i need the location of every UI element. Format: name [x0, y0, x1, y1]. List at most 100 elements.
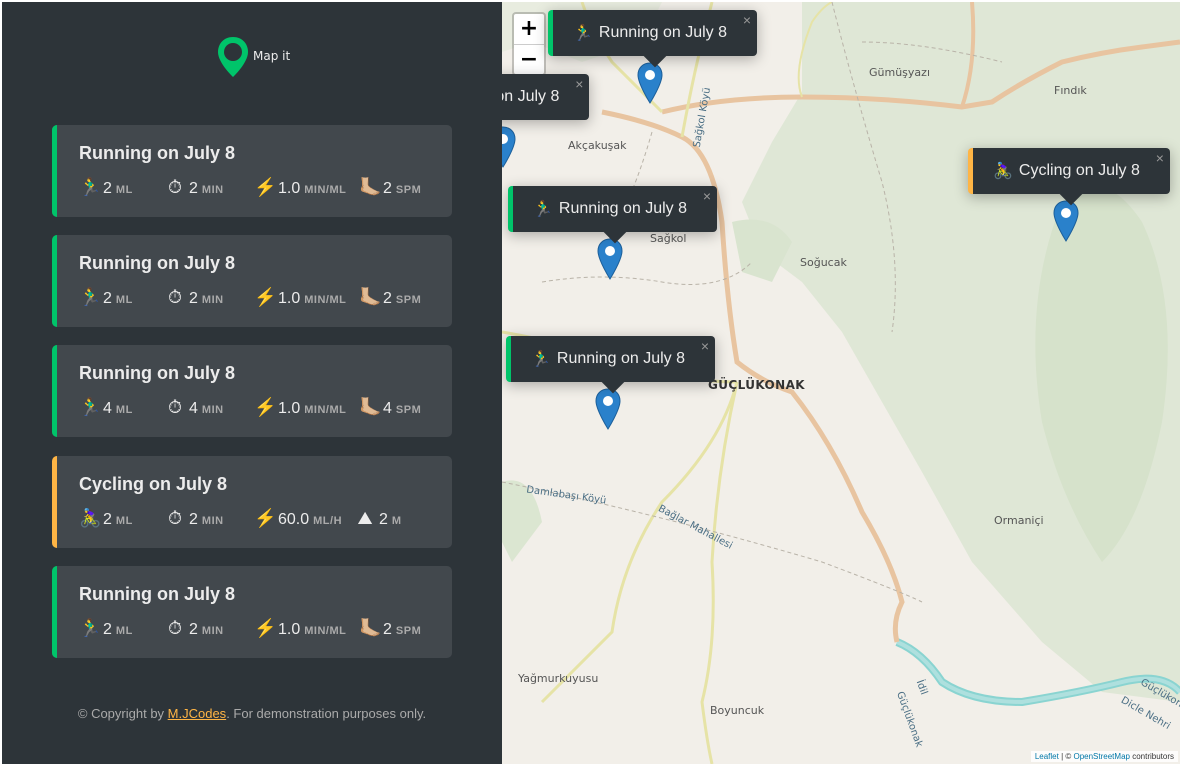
map-marker-icon[interactable]: [595, 388, 621, 430]
place-label: GÜÇLÜKONAK: [708, 378, 805, 392]
zoom-out-button[interactable]: −: [514, 44, 544, 74]
running-icon: 🏃‍♂️: [531, 351, 551, 368]
workout-type-bar: [52, 235, 57, 327]
popup-label: Running on July 8: [598, 24, 728, 41]
map-marker-icon[interactable]: [597, 238, 623, 280]
app-container: Map it Running on July 8 🏃‍♂️ 2 ML ⏱ 2 MIN ⚡…: [2, 2, 1180, 764]
workout-distance: 🏃‍♂️ 2 ML: [79, 287, 133, 307]
popup-label: g on July 8: [502, 88, 560, 105]
workout-item[interactable]: Running on July 8 🏃‍♂️ 2 ML ⏱ 2 MIN ⚡️ 1.0 MIN…: [52, 125, 452, 217]
foot-icon: 🦶🏼: [359, 618, 382, 638]
workout-type-bar: [52, 345, 57, 437]
stopwatch-icon: ⏱: [167, 287, 183, 307]
place-label: Gümüşyazı: [869, 66, 930, 79]
place-label: Sağkol: [650, 232, 687, 245]
stopwatch-icon: ⏱: [167, 177, 183, 197]
osm-link[interactable]: OpenStreetMap: [1073, 752, 1129, 761]
workout-cadence: 🦶🏼 4 SPM: [359, 397, 422, 417]
logo: Map it: [217, 36, 290, 78]
place-label: Ormaniçi: [994, 514, 1044, 527]
cycling-icon: 🚴‍♀️: [993, 163, 1013, 180]
stopwatch-icon: ⏱: [167, 618, 183, 638]
map-marker-icon[interactable]: [1053, 200, 1079, 242]
foot-icon: 🦶🏼: [359, 287, 382, 307]
workout-pace: ⚡️ 1.0 MIN/ML: [254, 618, 347, 638]
workout-title: Running on July 8: [79, 253, 235, 273]
workout-duration: ⏱ 2 MIN: [165, 618, 224, 639]
lightning-icon: ⚡️: [254, 508, 277, 528]
workout-title: Running on July 8: [79, 363, 235, 383]
close-icon[interactable]: ×: [701, 338, 709, 354]
workout-item[interactable]: Cycling on July 8 🚴‍♀️ 2 ML ⏱ 2 MIN ⚡️ 60.0 ML…: [52, 456, 452, 548]
running-icon: 🏃‍♂️: [573, 25, 593, 42]
workout-elevation: ⛰ 2 M: [355, 508, 402, 529]
close-icon[interactable]: ×: [703, 188, 711, 204]
workout-distance: 🏃‍♂️ 2 ML: [79, 618, 133, 638]
map-attribution: Leaflet | © OpenStreetMap contributors: [1030, 751, 1178, 762]
popup-label: Running on July 8: [556, 350, 686, 367]
workout-distance: 🚴‍♀️ 2 ML: [79, 508, 133, 528]
workout-duration: ⏱ 2 MIN: [165, 177, 224, 198]
lightning-icon: ⚡️: [254, 287, 277, 307]
zoom-control: + −: [512, 12, 546, 76]
popup-label: Running on July 8: [558, 200, 688, 217]
map-marker-icon[interactable]: [637, 62, 663, 104]
workout-cadence: 🦶🏼 2 SPM: [359, 177, 422, 197]
map[interactable]: + − Gümüşyazı Fındık Akçakuşak Sağkol Sa…: [502, 2, 1180, 764]
workout-popup[interactable]: g on July 8 ×: [502, 74, 590, 120]
workout-pace: ⚡️ 1.0 MIN/ML: [254, 177, 347, 197]
logo-text: Map it: [253, 49, 291, 63]
lightning-icon: ⚡️: [254, 397, 277, 417]
workout-duration: ⏱ 2 MIN: [165, 508, 224, 529]
place-label: Fındık: [1054, 84, 1087, 97]
running-icon: 🏃‍♂️: [79, 287, 102, 307]
workout-popup[interactable]: 🚴‍♀️ Cycling on July 8 ×: [968, 148, 1170, 206]
zoom-in-button[interactable]: +: [514, 14, 544, 44]
close-icon[interactable]: ×: [743, 12, 751, 28]
author-link[interactable]: M.JCodes: [168, 706, 227, 721]
sidebar: Map it Running on July 8 🏃‍♂️ 2 ML ⏱ 2 MIN ⚡…: [2, 2, 502, 764]
workout-item[interactable]: Running on July 8 🏃‍♂️ 4 ML ⏱ 4 MIN ⚡️ 1.0 MIN…: [52, 345, 452, 437]
workout-popup[interactable]: 🏃‍♂️ Running on July 8 ×: [548, 10, 758, 68]
popup-label: Cycling on July 8: [1018, 162, 1140, 179]
lightning-icon: ⚡️: [254, 618, 277, 638]
place-label: Boyuncuk: [710, 704, 765, 717]
workout-type-bar: [52, 566, 57, 658]
workout-distance: 🏃‍♂️ 4 ML: [79, 397, 133, 417]
workout-item[interactable]: Running on July 8 🏃‍♂️ 2 ML ⏱ 2 MIN ⚡️ 1.0 MIN…: [52, 566, 452, 658]
workout-title: Running on July 8: [79, 143, 235, 163]
running-icon: 🏃‍♂️: [79, 618, 102, 638]
lightning-icon: ⚡️: [254, 177, 277, 197]
close-icon[interactable]: ×: [1156, 150, 1164, 166]
close-icon[interactable]: ×: [575, 76, 583, 92]
workout-distance: 🏃‍♂️ 2 ML: [79, 177, 133, 197]
workout-popup[interactable]: 🏃‍♂️ Running on July 8 ×: [508, 186, 718, 244]
place-label: Yağmurkuyusu: [518, 672, 599, 685]
map-pin-logo-icon: [217, 36, 249, 78]
workout-type-bar: [52, 456, 57, 548]
map-marker-icon[interactable]: [502, 126, 516, 168]
leaflet-link[interactable]: Leaflet: [1035, 752, 1059, 761]
foot-icon: 🦶🏼: [359, 397, 382, 417]
workout-duration: ⏱ 2 MIN: [165, 287, 224, 308]
workout-item[interactable]: Running on July 8 🏃‍♂️ 2 ML ⏱ 2 MIN ⚡️ 1.0 MIN…: [52, 235, 452, 327]
workout-cadence: 🦶🏼 2 SPM: [359, 287, 422, 307]
workout-pace: ⚡️ 1.0 MIN/ML: [254, 397, 347, 417]
stopwatch-icon: ⏱: [167, 397, 183, 417]
place-label: Akçakuşak: [568, 139, 627, 152]
copyright-text: © Copyright by M.JCodes. For demonstrati…: [77, 706, 427, 721]
workout-type-bar: [52, 125, 57, 217]
running-icon: 🏃‍♂️: [533, 201, 553, 218]
place-label: Soğucak: [800, 256, 847, 269]
running-icon: 🏃‍♂️: [79, 177, 102, 197]
foot-icon: 🦶🏼: [359, 177, 382, 197]
workout-duration: ⏱ 4 MIN: [165, 397, 224, 418]
workout-title: Running on July 8: [79, 584, 235, 604]
workout-pace: ⚡️ 1.0 MIN/ML: [254, 287, 347, 307]
workout-popup[interactable]: 🏃‍♂️ Running on July 8 ×: [506, 336, 716, 394]
workout-speed: ⚡️ 60.0 ML/H: [254, 508, 343, 528]
workout-title: Cycling on July 8: [79, 474, 228, 494]
running-icon: 🏃‍♂️: [79, 397, 102, 417]
workout-cadence: 🦶🏼 2 SPM: [359, 618, 422, 638]
mountain-icon: ⛰: [357, 508, 373, 528]
